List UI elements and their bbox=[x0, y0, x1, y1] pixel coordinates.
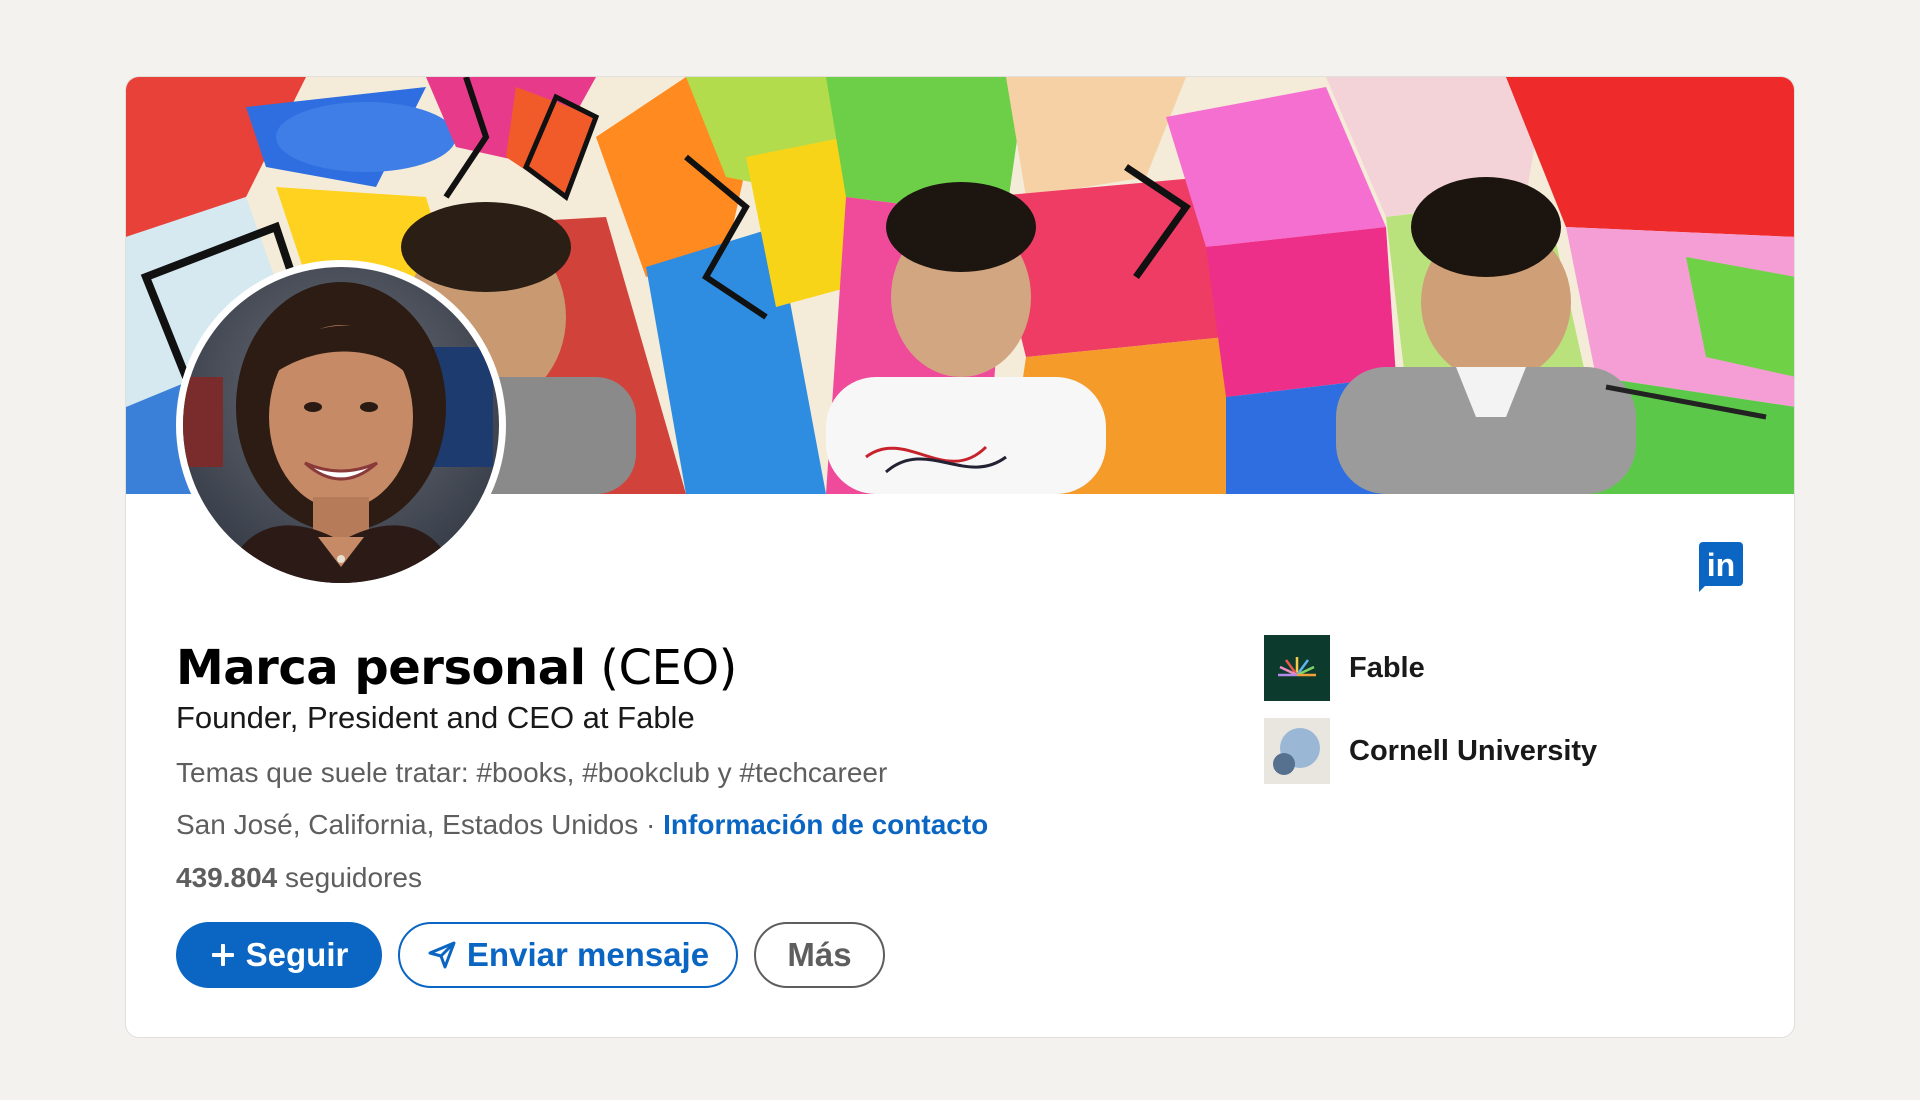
profile-role-text: (CEO) bbox=[600, 640, 737, 696]
linkedin-logo-icon[interactable]: in bbox=[1699, 542, 1743, 592]
profile-actions: Seguir Enviar mensaje Más bbox=[176, 922, 885, 988]
profile-headline: Founder, President and CEO at Fable bbox=[176, 700, 695, 735]
svg-text:in: in bbox=[1707, 547, 1735, 583]
org-name-cornell: Cornell University bbox=[1349, 734, 1598, 767]
location-separator: · bbox=[638, 809, 664, 840]
plus-icon bbox=[210, 942, 236, 968]
org-name-fable: Fable bbox=[1349, 651, 1425, 684]
cornell-logo-icon bbox=[1264, 718, 1330, 784]
profile-card: in Marca personal (CEO) Founder, Preside… bbox=[125, 76, 1795, 1038]
paper-plane-icon bbox=[427, 940, 457, 970]
profile-name-text: Marca personal bbox=[176, 640, 586, 696]
org-item-cornell[interactable]: Cornell University bbox=[1264, 718, 1597, 784]
contact-info-link[interactable]: Información de contacto bbox=[663, 809, 988, 840]
more-button[interactable]: Más bbox=[754, 922, 885, 988]
profile-topics: Temas que suele tratar: #books, #bookclu… bbox=[176, 757, 888, 788]
profile-followers: 439.804 seguidores bbox=[176, 862, 422, 894]
send-message-button[interactable]: Enviar mensaje bbox=[398, 922, 738, 988]
profile-name: Marca personal (CEO) bbox=[176, 640, 737, 696]
profile-location-line: San José, California, Estados Unidos · I… bbox=[176, 809, 988, 841]
fable-logo-icon bbox=[1264, 635, 1330, 701]
followers-label: seguidores bbox=[277, 862, 422, 893]
org-item-fable[interactable]: Fable bbox=[1264, 635, 1425, 701]
send-message-button-label: Enviar mensaje bbox=[466, 936, 710, 973]
profile-avatar[interactable] bbox=[176, 260, 506, 590]
followers-count: 439.804 bbox=[176, 862, 278, 893]
follow-button-label: Seguir bbox=[245, 936, 349, 973]
profile-location: San José, California, Estados Unidos bbox=[176, 809, 639, 840]
more-button-label: Más bbox=[787, 936, 852, 973]
follow-button[interactable]: Seguir bbox=[176, 922, 382, 988]
